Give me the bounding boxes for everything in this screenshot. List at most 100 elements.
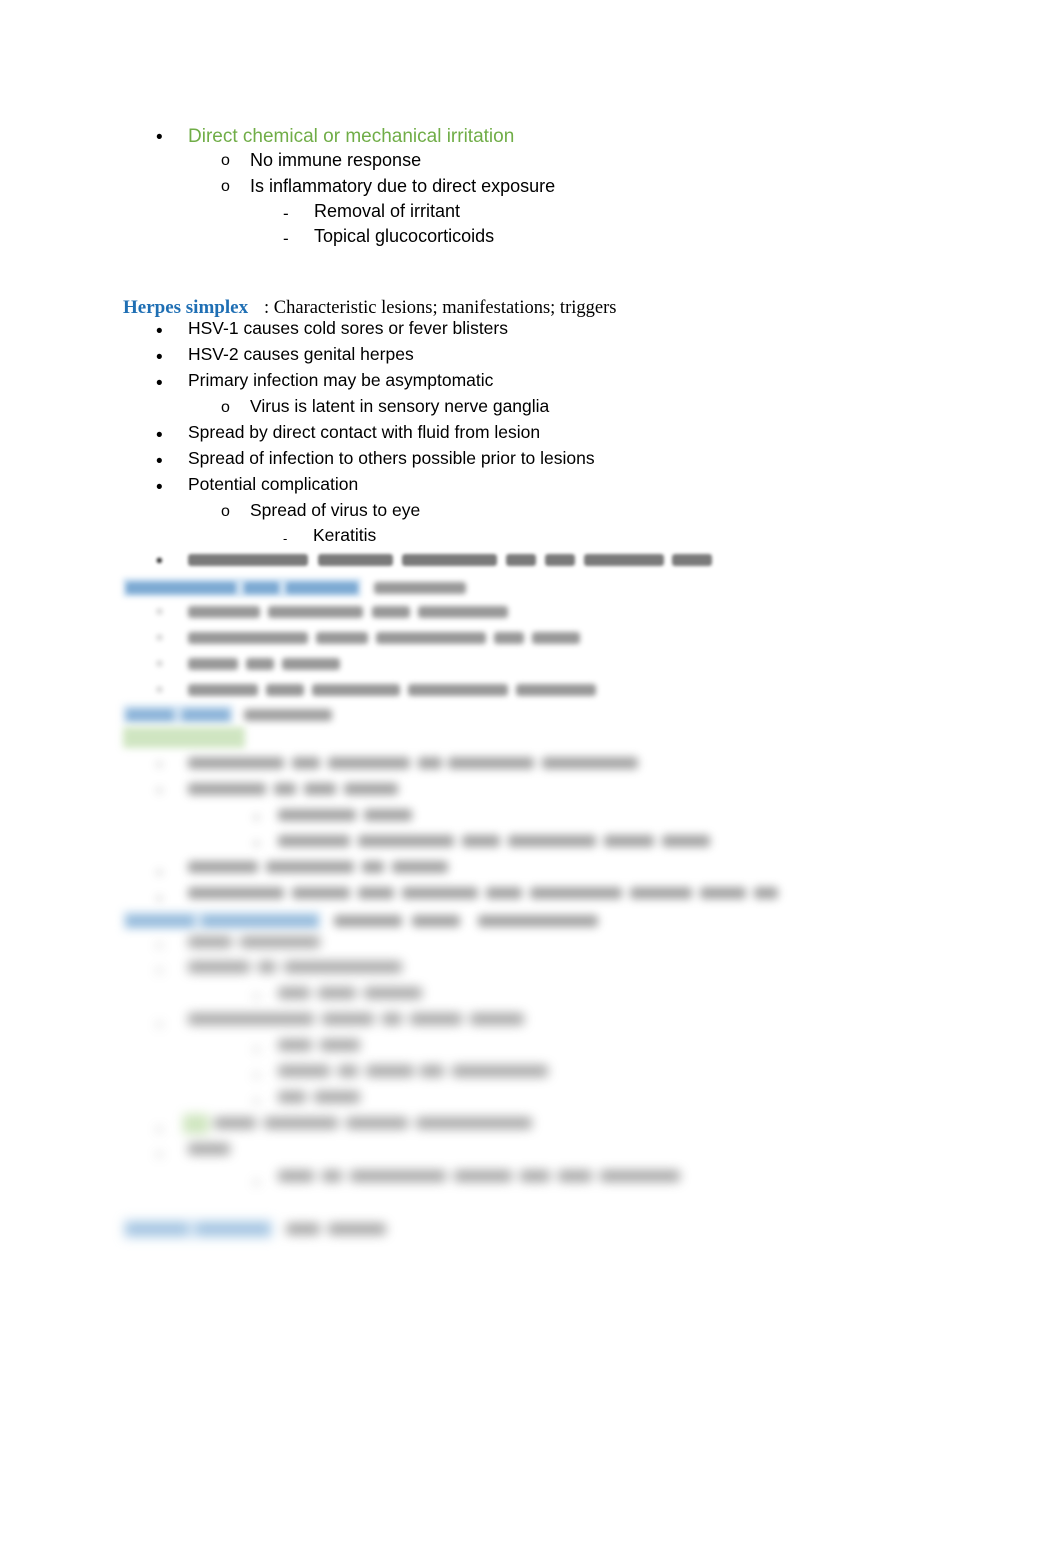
illegible-text-run: [188, 887, 284, 899]
illegible-text-run: [292, 887, 350, 899]
bullet-marker: [157, 635, 162, 640]
bullet-marker: [157, 788, 162, 793]
illegible-text-run: [416, 1117, 532, 1129]
illegible-heading-rest: [478, 915, 598, 927]
illegible-text-run: [604, 835, 654, 847]
illegible-text-run: [486, 887, 522, 899]
bullet-marker: [157, 896, 162, 901]
illegible-text-run: [338, 1065, 358, 1077]
illegible-text-run: [292, 757, 320, 769]
illegible-text-run: [264, 1117, 338, 1129]
illegible-text-run: [452, 1065, 548, 1077]
illegible-text-run: [382, 1013, 402, 1025]
document-page: • Direct chemical or mechanical irritati…: [0, 0, 1062, 1556]
illegible-text-run: [188, 1143, 230, 1155]
illegible-text-run: [304, 783, 336, 795]
sub-marker: [254, 815, 259, 820]
illegible-heading-label: [244, 582, 279, 594]
illegible-text-run: [454, 1170, 512, 1182]
illegible-text-run: [188, 936, 232, 948]
illegible-text-run: [754, 887, 778, 899]
bullet-marker: [157, 1022, 162, 1027]
illegible-text-run: [282, 658, 340, 670]
illegible-text-run: [188, 757, 284, 769]
bullet-marker: [157, 762, 162, 767]
illegible-text-run: [312, 684, 400, 696]
illegible-text-run: [402, 887, 478, 899]
illegible-text-run: [188, 684, 258, 696]
bullet-marker: [157, 870, 162, 875]
illegible-heading-rest: [334, 915, 402, 927]
illegible-text-run: [278, 835, 350, 847]
illegible-text-run: [188, 961, 250, 973]
illegible-text-run: [520, 1170, 550, 1182]
illegible-text-run: [278, 1170, 314, 1182]
illegible-text-run: [268, 606, 363, 618]
illegible-text-run: [630, 887, 692, 899]
illegible-text-run: [188, 861, 258, 873]
bullet-marker: [157, 609, 162, 614]
illegible-heading-label: [196, 1223, 270, 1235]
sub-marker: [254, 1047, 259, 1052]
illegible-text-run: [278, 1065, 330, 1077]
illegible-heading-rest: [286, 1223, 320, 1235]
illegible-text-run: [188, 1013, 314, 1025]
illegible-text-run: [700, 887, 746, 899]
illegible-text-run: [314, 1091, 360, 1103]
green-highlight-small: [183, 1114, 209, 1134]
sub-marker: [254, 1099, 259, 1104]
illegible-text-run: [358, 887, 394, 899]
illegible-text-run: [545, 554, 575, 566]
illegible-text-run: [364, 809, 412, 821]
bullet-marker: [157, 687, 162, 692]
illegible-text-run: [322, 1013, 374, 1025]
illegible-text-run: [318, 554, 393, 566]
illegible-heading-rest: [328, 1223, 386, 1235]
illegible-text-run: [532, 632, 580, 644]
sub-marker: [254, 1073, 259, 1078]
illegible-text-run: [516, 684, 596, 696]
illegible-text-run: [316, 632, 368, 644]
bullet-marker: [157, 661, 162, 666]
illegible-text-run: [494, 632, 524, 644]
bullet-marker: [157, 1152, 162, 1157]
illegible-text-run: [284, 961, 402, 973]
bullet-marker: •: [156, 551, 163, 572]
illegible-heading-label: [126, 1223, 188, 1235]
bullet-marker: [157, 968, 162, 973]
illegible-text-run: [274, 783, 296, 795]
illegible-text-run: [266, 861, 354, 873]
bullet-marker: [157, 1127, 162, 1132]
illegible-text-run: [410, 1013, 462, 1025]
illegible-heading-label: [126, 709, 174, 721]
illegible-text-run: [214, 1117, 256, 1129]
sub-marker: [254, 1180, 259, 1185]
illegible-heading-label: [202, 915, 318, 927]
illegible-text-run: [278, 987, 310, 999]
illegible-heading-rest: [244, 709, 332, 721]
degraded-content-region: •: [0, 0, 1062, 1556]
illegible-heading-rest: [412, 915, 460, 927]
illegible-text-run: [266, 684, 304, 696]
illegible-text-run: [420, 1065, 444, 1077]
illegible-text-run: [350, 1170, 446, 1182]
illegible-text-run: [258, 961, 276, 973]
illegible-text-run: [322, 1170, 342, 1182]
illegible-text-run: [376, 632, 486, 644]
green-highlight-block: [123, 727, 245, 748]
illegible-text-run: [418, 757, 442, 769]
illegible-text-run: [358, 835, 454, 847]
illegible-text-run: [364, 987, 422, 999]
bullet-marker: [157, 943, 162, 948]
illegible-text-run: [188, 783, 266, 795]
illegible-text-run: [188, 606, 260, 618]
illegible-text-run: [470, 1013, 524, 1025]
illegible-text-run: [600, 1170, 680, 1182]
illegible-text-run: [366, 1065, 414, 1077]
illegible-text-run: [320, 1039, 360, 1051]
illegible-text-run: [662, 835, 710, 847]
illegible-text-run: [246, 658, 274, 670]
illegible-text-run: [542, 757, 638, 769]
illegible-text-run: [240, 936, 320, 948]
illegible-text-run: [418, 606, 508, 618]
